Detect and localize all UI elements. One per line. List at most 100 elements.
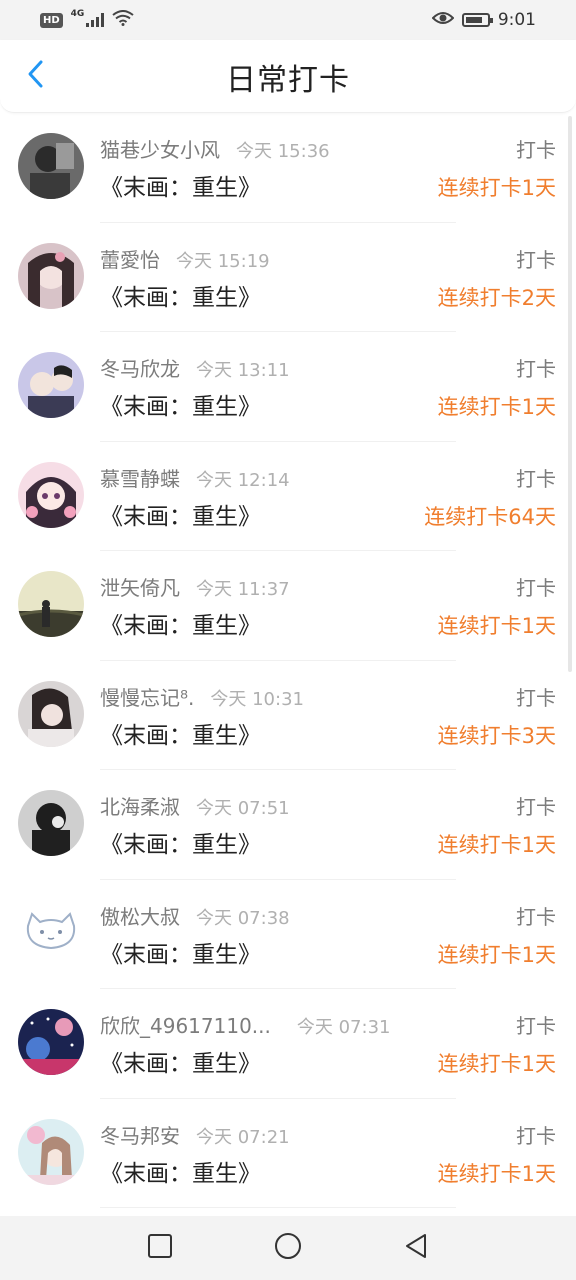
header: 日常打卡 bbox=[0, 40, 576, 113]
timestamp: 今天 15:36 bbox=[236, 141, 330, 162]
book-title[interactable]: 《末画：重生》 bbox=[100, 609, 261, 643]
list-item[interactable]: 猫巷少女小风 今天 15:36 打卡 《末画：重生》 连续打卡1天 bbox=[0, 113, 576, 223]
avatar[interactable] bbox=[18, 899, 84, 966]
streak-label: 连续打卡1天 bbox=[437, 1161, 556, 1186]
streak-label: 连续打卡1天 bbox=[437, 176, 556, 200]
page-title: 日常打卡 bbox=[226, 63, 350, 98]
book-title[interactable]: 《末画：重生》 bbox=[100, 281, 261, 315]
checkin-label: 打卡 bbox=[516, 247, 556, 272]
recent-apps-button[interactable] bbox=[140, 1228, 180, 1268]
book-title[interactable]: 《末画：重生》 bbox=[100, 938, 261, 972]
timestamp: 今天 13:11 bbox=[196, 360, 290, 381]
username[interactable]: 欣欣_49617110... bbox=[100, 1011, 271, 1041]
streak-label: 连续打卡1天 bbox=[437, 1052, 556, 1076]
list-item[interactable]: 慕雪静蝶 今天 12:14 打卡 《末画：重生》 连续打卡64天 bbox=[0, 442, 576, 552]
avatar[interactable] bbox=[18, 790, 84, 856]
avatar[interactable] bbox=[18, 680, 84, 747]
avatar[interactable] bbox=[18, 133, 84, 199]
username[interactable]: 蕾愛怡 bbox=[100, 245, 160, 275]
username[interactable]: 猫巷少女小风 bbox=[100, 135, 220, 165]
username[interactable]: 慢慢忘记⁸. bbox=[100, 683, 194, 713]
streak-label: 连续打卡3天 bbox=[437, 723, 556, 748]
checkin-label: 打卡 bbox=[516, 1014, 556, 1038]
avatar[interactable] bbox=[18, 352, 84, 418]
list-item[interactable]: 冬马邦安 今天 07:21 打卡 《末画：重生》 连续打卡1天 bbox=[0, 1099, 576, 1209]
avatar[interactable] bbox=[18, 461, 84, 528]
streak-label: 连续打卡64天 bbox=[424, 504, 556, 529]
username[interactable]: 冬马邦安 bbox=[100, 1121, 180, 1151]
checkin-label: 打卡 bbox=[516, 466, 556, 491]
book-title[interactable]: 《末画：重生》 bbox=[100, 171, 261, 205]
item-meta: 傲松大叔 今天 07:38 bbox=[100, 902, 290, 932]
list-item[interactable]: 泄矢倚凡 今天 11:37 打卡 《末画：重生》 连续打卡1天 bbox=[0, 551, 576, 661]
battery-icon bbox=[461, 13, 493, 27]
list-item[interactable]: 欣欣_49617110... 今天 07:31 打卡 《末画：重生》 连续打卡1… bbox=[0, 989, 576, 1099]
timestamp: 今天 07:31 bbox=[296, 1017, 391, 1038]
username[interactable]: 傲松大叔 bbox=[100, 902, 180, 932]
list-item[interactable]: 冬马欣龙 今天 13:11 打卡 《末画：重生》 连续打卡1天 bbox=[0, 332, 576, 442]
hd-badge: HD bbox=[40, 12, 63, 28]
item-meta: 冬马邦安 今天 07:21 bbox=[100, 1121, 290, 1151]
back-button[interactable] bbox=[16, 56, 56, 96]
streak-label: 连续打卡1天 bbox=[437, 942, 556, 967]
recent-apps-icon bbox=[147, 1233, 173, 1263]
signal-icon bbox=[86, 13, 105, 27]
timestamp: 今天 07:21 bbox=[196, 1126, 290, 1148]
item-meta: 慕雪静蝶 今天 12:14 bbox=[100, 464, 290, 494]
home-icon bbox=[273, 1231, 303, 1265]
timestamp: 今天 10:31 bbox=[210, 688, 304, 710]
book-title[interactable]: 《末画：重生》 bbox=[100, 719, 261, 753]
timestamp: 今天 15:19 bbox=[176, 250, 270, 272]
book-title[interactable]: 《末画：重生》 bbox=[100, 390, 261, 424]
item-meta: 北海柔淑 今天 07:51 bbox=[100, 792, 290, 822]
checkin-label: 打卡 bbox=[516, 904, 556, 929]
item-meta: 冬马欣龙 今天 13:11 bbox=[100, 354, 290, 384]
status-right: 9:01 bbox=[431, 10, 536, 31]
chevron-left-icon bbox=[27, 59, 45, 93]
avatar[interactable] bbox=[18, 1118, 84, 1185]
checkin-label: 打卡 bbox=[516, 1123, 556, 1148]
book-title[interactable]: 《末画：重生》 bbox=[100, 1047, 261, 1081]
list-item[interactable]: 蕾愛怡 今天 15:19 打卡 《末画：重生》 连续打卡2天 bbox=[0, 223, 576, 333]
clock: 9:01 bbox=[497, 10, 536, 30]
streak-label: 连续打卡1天 bbox=[437, 614, 556, 638]
system-nav-bar bbox=[0, 1216, 576, 1280]
username[interactable]: 冬马欣龙 bbox=[100, 354, 180, 384]
username[interactable]: 北海柔淑 bbox=[100, 792, 180, 822]
checkin-list: 猫巷少女小风 今天 15:36 打卡 《末画：重生》 连续打卡1天 蕾愛怡 今天… bbox=[0, 113, 576, 1208]
book-title[interactable]: 《末画：重生》 bbox=[100, 1157, 261, 1191]
list-item[interactable]: 慢慢忘记⁸. 今天 10:31 打卡 《末画：重生》 连续打卡3天 bbox=[0, 661, 576, 771]
streak-label: 连续打卡1天 bbox=[437, 395, 556, 419]
scrollbar[interactable] bbox=[568, 116, 572, 672]
status-bar: HD 4G 9:01 bbox=[0, 0, 576, 40]
checkin-label: 打卡 bbox=[516, 138, 556, 162]
checkin-label: 打卡 bbox=[516, 795, 556, 819]
streak-label: 连续打卡2天 bbox=[437, 285, 556, 310]
item-meta: 欣欣_49617110... 今天 07:31 bbox=[100, 1011, 390, 1041]
checkin-label: 打卡 bbox=[516, 685, 556, 710]
checkin-label: 打卡 bbox=[516, 357, 556, 381]
username[interactable]: 慕雪静蝶 bbox=[100, 464, 180, 494]
list-item[interactable]: 北海柔淑 今天 07:51 打卡 《末画：重生》 连续打卡1天 bbox=[0, 770, 576, 880]
book-title[interactable]: 《末画：重生》 bbox=[100, 500, 261, 534]
list-item[interactable]: 傲松大叔 今天 07:38 打卡 《末画：重生》 连续打卡1天 bbox=[0, 880, 576, 990]
avatar[interactable] bbox=[18, 571, 84, 637]
eye-icon bbox=[431, 10, 455, 31]
wifi-icon bbox=[112, 9, 134, 31]
book-title[interactable]: 《末画：重生》 bbox=[100, 828, 261, 862]
nav-back-button[interactable] bbox=[396, 1228, 436, 1268]
streak-label: 连续打卡1天 bbox=[437, 833, 556, 857]
timestamp: 今天 11:37 bbox=[196, 579, 290, 600]
network-type: 4G bbox=[70, 9, 85, 19]
item-meta: 猫巷少女小风 今天 15:36 bbox=[100, 135, 330, 165]
item-meta: 蕾愛怡 今天 15:19 bbox=[100, 245, 270, 275]
timestamp: 今天 07:38 bbox=[196, 907, 290, 929]
back-icon bbox=[403, 1232, 429, 1264]
avatar[interactable] bbox=[18, 242, 84, 309]
home-button[interactable] bbox=[268, 1228, 308, 1268]
avatar[interactable] bbox=[18, 1009, 84, 1075]
status-left: HD 4G bbox=[40, 9, 134, 31]
username[interactable]: 泄矢倚凡 bbox=[100, 573, 180, 603]
timestamp: 今天 07:51 bbox=[196, 798, 290, 819]
timestamp: 今天 12:14 bbox=[196, 469, 290, 491]
